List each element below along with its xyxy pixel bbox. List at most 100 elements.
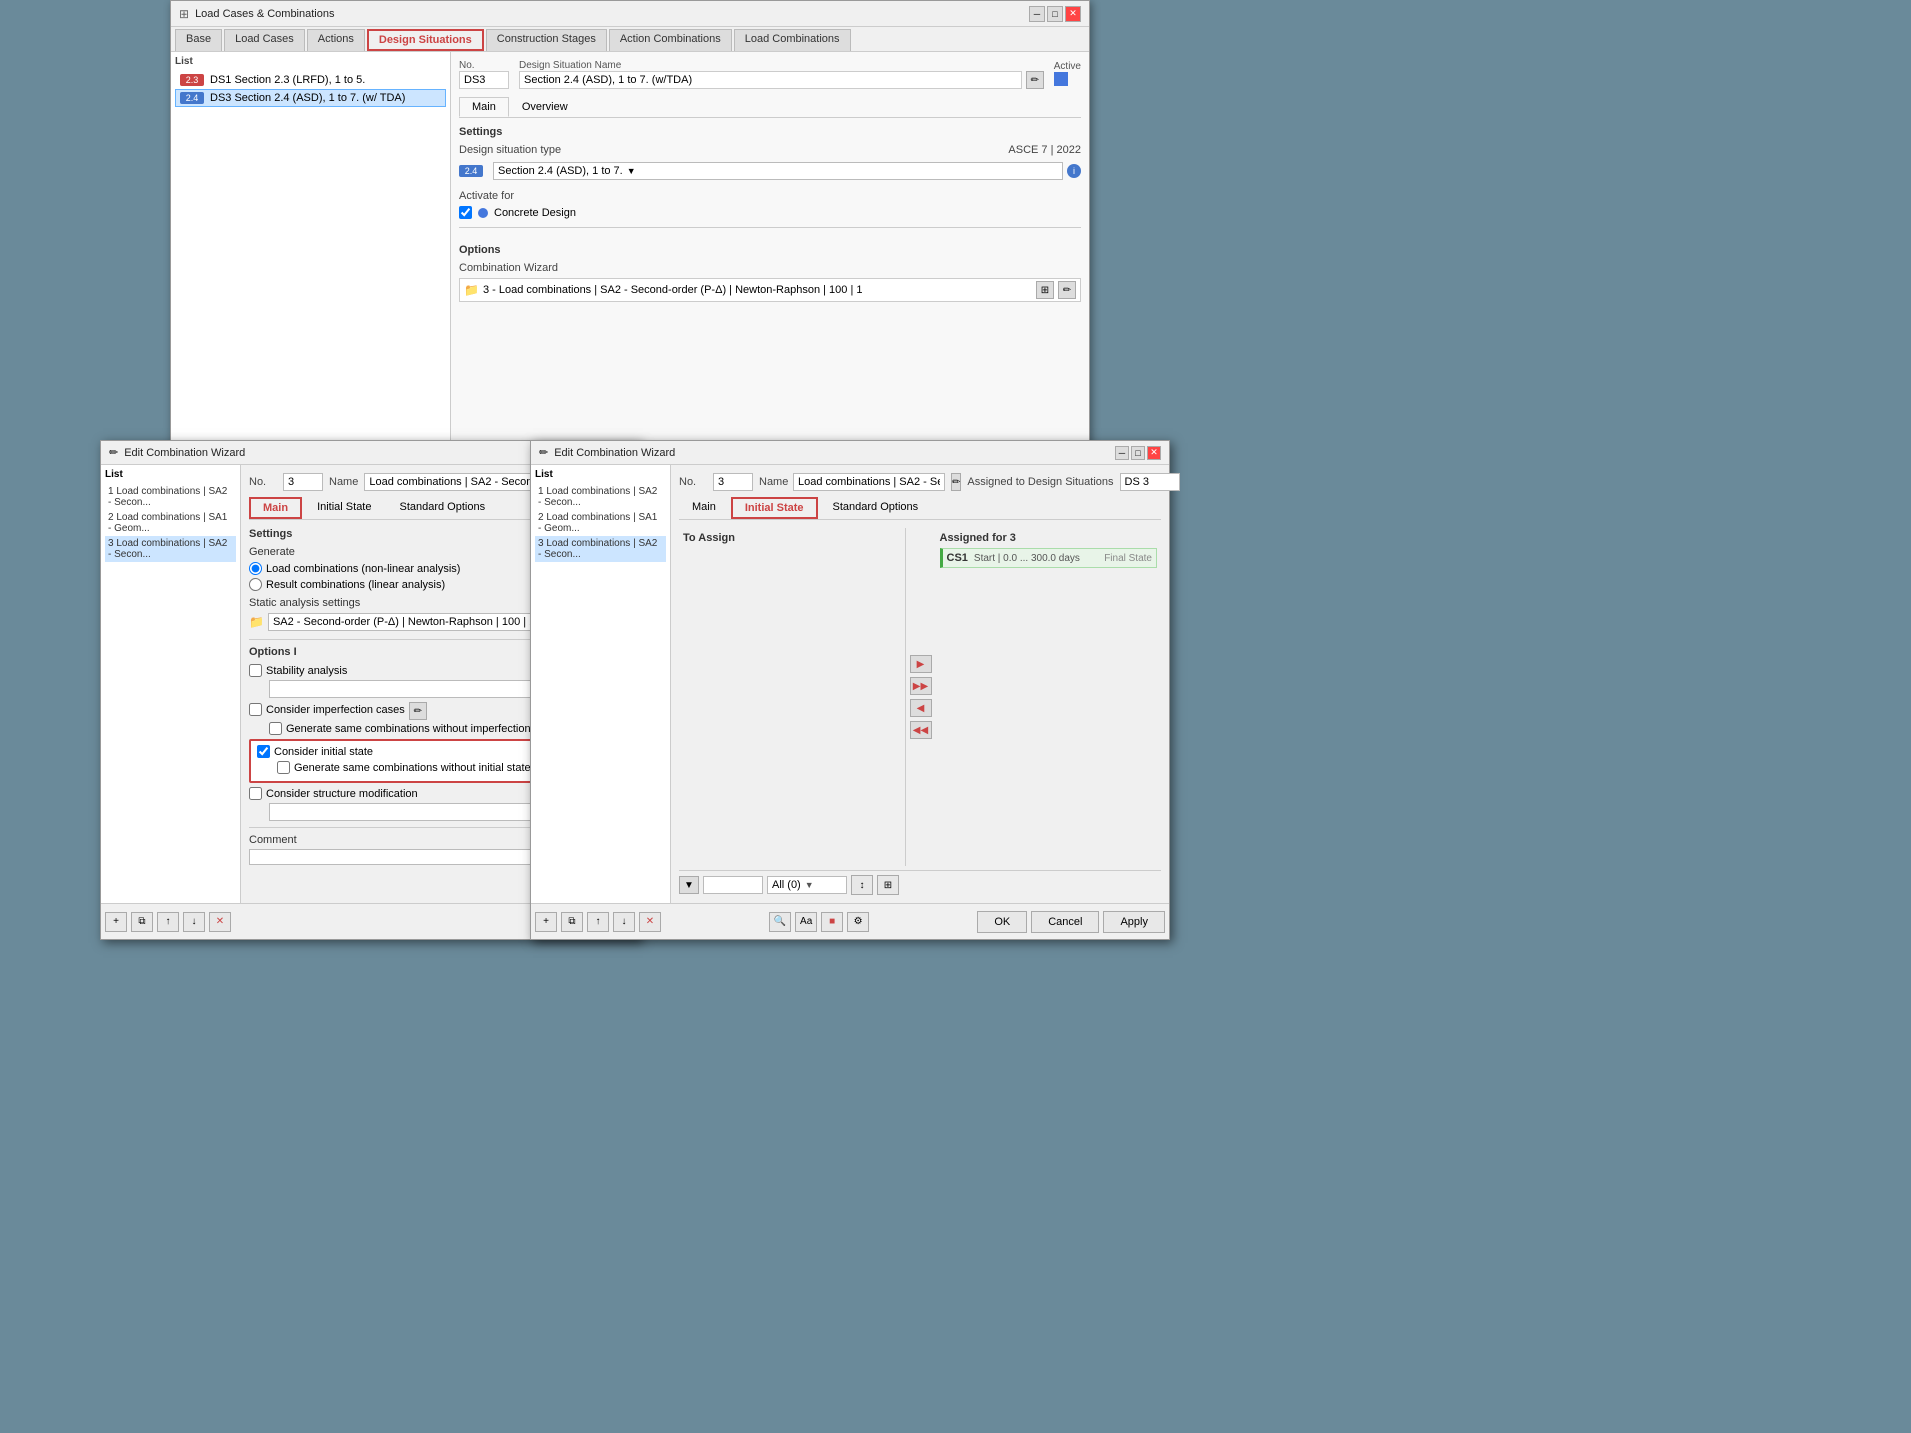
footer-copy-btn-right[interactable]: ⧉ (561, 912, 583, 932)
inner-tab-overview[interactable]: Overview (509, 97, 581, 117)
tab-action-combinations[interactable]: Action Combinations (609, 29, 732, 51)
main-tab-bar: Base Load Cases Actions Design Situation… (171, 27, 1089, 52)
name-label: Design Situation Name (519, 60, 1044, 71)
filter-input[interactable] (703, 876, 763, 894)
settings-panel: No. Design Situation Name ✏ Active M (451, 52, 1089, 472)
assigned-input[interactable] (1120, 473, 1180, 491)
initial-state-checkbox[interactable] (257, 745, 270, 758)
no-input[interactable] (459, 71, 509, 89)
tab-load-cases[interactable]: Load Cases (224, 29, 305, 51)
footer-red-btn-right[interactable]: ■ (821, 912, 843, 932)
type-select[interactable]: Section 2.4 (ASD), 1 to 7. ▼ (493, 162, 1063, 180)
type-select-text: Section 2.4 (ASD), 1 to 7. (498, 165, 623, 177)
active-checkbox[interactable] (1054, 72, 1068, 86)
tab-standard-options-right[interactable]: Standard Options (820, 497, 932, 519)
assigned-for-title: Assigned for 3 (940, 532, 1158, 544)
dialog-right-max[interactable]: □ (1131, 446, 1145, 460)
dialog-left-icon: ✏ (109, 446, 118, 459)
to-assign-title: To Assign (683, 532, 901, 544)
maximize-button[interactable]: □ (1047, 6, 1063, 22)
combo-list-item-3[interactable]: 3 Load combinations | SA2 - Secon... (105, 536, 236, 562)
main-window: ⊞ Load Cases & Combinations ─ □ ✕ Base L… (170, 0, 1090, 504)
footer-del-btn-right[interactable]: ✕ (639, 912, 661, 932)
all-select[interactable]: All (0) ▼ (767, 876, 847, 894)
right-combo-item-3[interactable]: 3 Load combinations | SA2 - Secon... (535, 536, 666, 562)
dialog-right-titlebar: ✏ Edit Combination Wizard ─ □ ✕ (531, 441, 1169, 465)
stability-checkbox[interactable] (249, 664, 262, 677)
edit-name-button[interactable]: ✏ (1026, 71, 1044, 89)
list-item-ds1[interactable]: 2.3 DS1 Section 2.3 (LRFD), 1 to 5. (175, 71, 446, 89)
assigned-item-cs1: CS1 Start | 0.0 ... 300.0 days Final Sta… (940, 548, 1158, 568)
window-icon: ⊞ (179, 7, 189, 21)
tab-main-left[interactable]: Main (249, 497, 302, 519)
tab-design-situations[interactable]: Design Situations (367, 29, 484, 51)
minimize-button[interactable]: ─ (1029, 6, 1045, 22)
list-item-ds3[interactable]: 2.4 DS3 Section 2.4 (ASD), 1 to 7. (w/ T… (175, 89, 446, 107)
footer-up-btn-left[interactable]: ↑ (157, 912, 179, 932)
footer-search-btn-right[interactable]: 🔍 (769, 912, 791, 932)
radio-linear-input[interactable] (249, 578, 262, 591)
right-combo-item-1[interactable]: 1 Load combinations | SA2 - Secon... (535, 484, 666, 510)
type-label: Design situation type (459, 144, 561, 156)
dialog-right-list-title: List (535, 469, 666, 480)
cs1-final-state: Final State (1104, 553, 1152, 564)
footer-extra-btn-right[interactable]: ⚙ (847, 912, 869, 932)
concrete-checkbox[interactable] (459, 206, 472, 219)
footer-copy-btn-left[interactable]: ⧉ (131, 912, 153, 932)
footer-down-btn-right[interactable]: ↓ (613, 912, 635, 932)
structure-checkbox[interactable] (249, 787, 262, 800)
imperfection-row: Consider imperfection cases (249, 703, 405, 716)
unassign-all-btn[interactable]: ◀◀ (910, 721, 932, 739)
combination-btn1[interactable]: ⊞ (1036, 281, 1054, 299)
tab-initial-state-left[interactable]: Initial State (304, 497, 384, 519)
dialog-right-close[interactable]: ✕ (1147, 446, 1161, 460)
no-input-left[interactable] (283, 473, 323, 491)
options-section: Options Combination Wizard 📁 3 - Load co… (459, 227, 1081, 302)
all-select-text: All (0) (772, 879, 801, 891)
tab-main-right[interactable]: Main (679, 497, 729, 519)
combo-list-item-2[interactable]: 2 Load combinations | SA1 - Geom... (105, 510, 236, 536)
assign-all-btn[interactable]: ▶▶ (910, 677, 932, 695)
cancel-button[interactable]: Cancel (1031, 911, 1099, 933)
imperfection-btn[interactable]: ✏ (409, 702, 427, 720)
unassign-one-btn[interactable]: ◀ (910, 699, 932, 717)
ok-button[interactable]: OK (977, 911, 1027, 933)
footer-add-btn-right[interactable]: + (535, 912, 557, 932)
footer-del-btn-left[interactable]: ✕ (209, 912, 231, 932)
combination-btn2[interactable]: ✏ (1058, 281, 1076, 299)
no-label-right: No. (679, 476, 707, 488)
footer-up-btn-right[interactable]: ↑ (587, 912, 609, 932)
type-info-button[interactable]: i (1067, 164, 1081, 178)
apply-button[interactable]: Apply (1103, 911, 1165, 933)
dialog-right-cols: To Assign ▶ ▶▶ ◀ ◀◀ Assigned for 3 CS1 S… (679, 528, 1161, 866)
name-edit-btn-right[interactable]: ✏ (951, 473, 961, 491)
tab-standard-options-left[interactable]: Standard Options (386, 497, 498, 519)
footer-down-btn-left[interactable]: ↓ (183, 912, 205, 932)
footer-sort-btn[interactable]: ↕ (851, 875, 873, 895)
ds3-text: DS3 Section 2.4 (ASD), 1 to 7. (w/ TDA) (210, 92, 405, 104)
right-combo-item-2[interactable]: 2 Load combinations | SA1 - Geom... (535, 510, 666, 536)
filter-button[interactable]: ▼ (679, 876, 699, 894)
footer-add-btn-left[interactable]: + (105, 912, 127, 932)
dialog-left-list-title: List (105, 469, 236, 480)
no-input-right[interactable] (713, 473, 753, 491)
initial-state-sub-checkbox[interactable] (277, 761, 290, 774)
assign-one-btn[interactable]: ▶ (910, 655, 932, 673)
tab-base[interactable]: Base (175, 29, 222, 51)
imperfection-sub-checkbox[interactable] (269, 722, 282, 735)
dialog-right-min[interactable]: ─ (1115, 446, 1129, 460)
close-button[interactable]: ✕ (1065, 6, 1081, 22)
name-input[interactable] (519, 71, 1022, 89)
tab-construction-stages[interactable]: Construction Stages (486, 29, 607, 51)
radio-nonlinear-input[interactable] (249, 562, 262, 575)
no-label-left: No. (249, 476, 277, 488)
imperfection-checkbox[interactable] (249, 703, 262, 716)
inner-tab-main[interactable]: Main (459, 97, 509, 117)
tab-actions[interactable]: Actions (307, 29, 365, 51)
tab-load-combinations[interactable]: Load Combinations (734, 29, 851, 51)
footer-filter2-btn[interactable]: ⊞ (877, 875, 899, 895)
name-input-right[interactable] (793, 473, 945, 491)
combo-list-item-1[interactable]: 1 Load combinations | SA2 - Secon... (105, 484, 236, 510)
footer-aa-btn-right[interactable]: Aa (795, 912, 817, 932)
tab-initial-state-right[interactable]: Initial State (731, 497, 818, 519)
